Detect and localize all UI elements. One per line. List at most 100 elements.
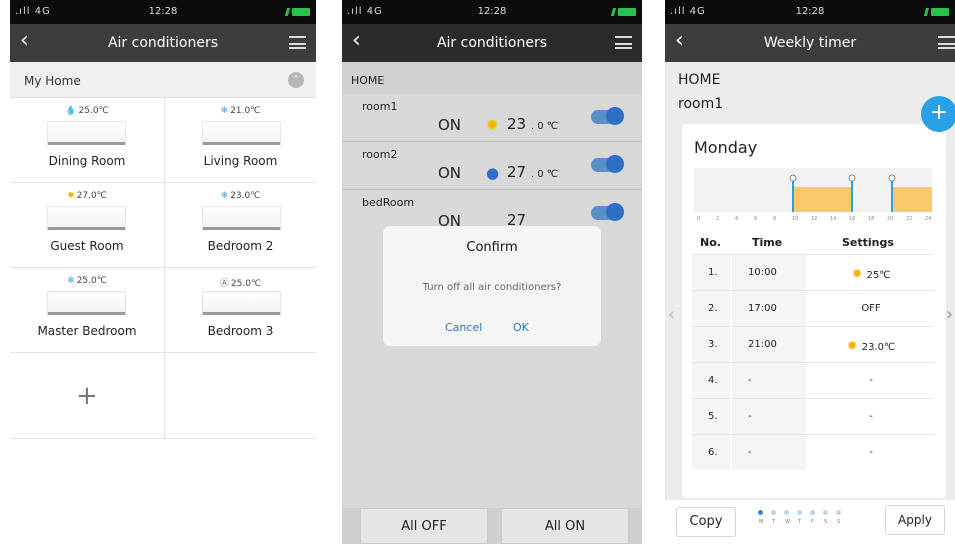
day-letter: T	[798, 519, 802, 525]
row-setting: OFF	[861, 303, 881, 314]
ac-unit-image	[47, 206, 126, 230]
row-setting: ✹ 25℃	[851, 267, 891, 282]
group-header[interactable]: My Home ⌃	[10, 62, 316, 98]
page-title: Air conditioners	[436, 35, 548, 51]
timeline-chart: 0 2 4 6 8 10 12 14 16 18 20 22 24	[694, 168, 932, 223]
next-day-icon[interactable]: ›	[946, 304, 953, 325]
room-tile-living[interactable]: ❄ 21.0℃ Living Room	[165, 98, 316, 183]
apply-button[interactable]: Apply	[885, 505, 945, 535]
table-row[interactable]: 5. - -	[692, 398, 934, 434]
droplet-icon: 💧	[65, 106, 77, 116]
day-dot[interactable]	[758, 510, 763, 515]
status-bar: .ıll 4G 12:28	[342, 0, 642, 24]
snowflake-icon: ❄	[220, 191, 229, 201]
hour-tick-label: 24	[925, 216, 931, 222]
room-grid: 💧 25.0℃ Dining Room ❄ 21.0℃ Living Room ✹ 2…	[10, 98, 316, 439]
room-tile-bedroom2[interactable]: ❄ 23.0℃ Bedroom 2	[165, 183, 316, 268]
menu-icon[interactable]	[938, 36, 955, 49]
on-period-2	[892, 187, 932, 212]
day-dot[interactable]	[836, 510, 841, 515]
bottom-bar: All OFF All ON	[342, 508, 642, 544]
hour-tick-label: 8	[773, 216, 776, 222]
hour-axis: 0 2 4 6 8 10 12 14 16 18 20 22 24	[697, 216, 931, 222]
hour-tick-label: 16	[849, 216, 855, 222]
battery-icon	[618, 8, 636, 16]
timer-card: Monday 0 2 4 6 8 10 12 14 16 18 20 22 24 No. Time Se…	[682, 124, 946, 498]
collapse-icon[interactable]: ⌃	[288, 72, 304, 88]
day-dot[interactable]	[797, 510, 802, 515]
day-letter: F	[811, 519, 814, 525]
status-bar: .ıll 4G 12:28	[665, 0, 955, 24]
row-no: 2.	[692, 291, 730, 326]
col-time: Time	[752, 236, 783, 249]
day-dot[interactable]	[771, 510, 776, 515]
row-no: 6.	[692, 435, 730, 470]
row-time: 10:00	[732, 255, 806, 290]
day-dot[interactable]	[823, 510, 828, 515]
power-toggle[interactable]	[591, 107, 624, 125]
menu-icon[interactable]	[615, 36, 632, 49]
row-no: 4.	[692, 363, 730, 398]
room-name: Living Room	[203, 154, 278, 168]
room-name: Guest Room	[50, 239, 124, 253]
status-time: 12:28	[148, 6, 178, 17]
day-dot[interactable]	[784, 510, 789, 515]
clock-icon	[789, 174, 797, 182]
snowflake-icon: ❄	[67, 276, 75, 286]
empty-tile	[165, 353, 316, 439]
phone-screen-ac-list: .ıll 4G 12:28 ‹ Air conditioners My Home…	[10, 0, 316, 544]
auto-icon: Ⓐ	[219, 279, 229, 289]
room-tile-guest[interactable]: ✹ 27.0℃ Guest Room	[10, 183, 165, 268]
hour-tick-label: 4	[735, 216, 738, 222]
room-row: room2 ON ● 27 . 0 ℃	[342, 142, 642, 190]
row-setting: ✹ 23.0℃	[846, 339, 896, 354]
nav-bar: ‹ Air conditioners	[10, 24, 316, 62]
room-name: bedRoom	[362, 196, 415, 209]
confirm-dialog: Confirm Turn off all air conditioners? C…	[383, 226, 601, 346]
copy-button[interactable]: Copy	[676, 507, 736, 537]
table-header: No. Time Settings	[692, 232, 934, 254]
all-off-button[interactable]: All OFF	[360, 508, 488, 544]
table-row[interactable]: 6. - -	[692, 434, 934, 470]
room-temp: 25.0℃	[76, 276, 107, 286]
ac-unit-image	[47, 121, 126, 145]
room-tile-dining[interactable]: 💧 25.0℃ Dining Room	[10, 98, 165, 183]
row-no: 1.	[692, 255, 730, 290]
hour-tick-label: 22	[906, 216, 912, 222]
row-no: 5.	[692, 399, 730, 434]
hour-tick-label: 12	[811, 216, 817, 222]
day-indicator[interactable]: MTWTFSS	[758, 510, 854, 532]
room-tile-master[interactable]: ❄ 25.0℃ Master Bedroom	[10, 268, 165, 353]
plus-icon: +	[76, 381, 98, 411]
row-setting: -	[869, 375, 873, 386]
status-bar: .ıll 4G 12:28	[10, 0, 316, 24]
table-row[interactable]: 2. 17:00 OFF	[692, 290, 934, 326]
row-time: 17:00	[732, 291, 806, 326]
battery-icon	[292, 8, 310, 16]
power-toggle[interactable]	[591, 155, 624, 173]
day-dot[interactable]	[810, 510, 815, 515]
page-title: Air conditioners	[107, 35, 219, 51]
bottom-bar: Copy M T W T F S S Apply	[665, 500, 955, 544]
table-row[interactable]: 4. - -	[692, 362, 934, 398]
table-row[interactable]: 3. 21:00 ✹ 23.0℃	[692, 326, 934, 362]
power-toggle[interactable]	[591, 203, 624, 221]
room-row: room1 ON ✹ 23 . 0 ℃	[342, 94, 642, 142]
room-tile-bedroom3[interactable]: Ⓐ 25.0℃ Bedroom 3	[165, 268, 316, 353]
ok-button[interactable]: OK	[513, 321, 529, 334]
menu-icon[interactable]	[289, 36, 306, 49]
add-device-tile[interactable]: +	[10, 353, 165, 439]
timer-table: No. Time Settings 1. 10:00 ✹ 25℃ 2. 17:00 OFF…	[692, 232, 934, 470]
all-on-button[interactable]: All ON	[501, 508, 629, 544]
page-title: Weekly timer	[763, 35, 857, 51]
add-timer-button[interactable]: +	[921, 96, 955, 132]
clock-icon	[848, 174, 856, 182]
table-row[interactable]: 1. 10:00 ✹ 25℃	[692, 254, 934, 290]
prev-day-icon[interactable]: ‹	[668, 304, 675, 325]
dialog-message: Turn off all air conditioners?	[422, 282, 562, 293]
room-name: Bedroom 3	[207, 324, 274, 338]
cancel-button[interactable]: Cancel	[445, 321, 482, 334]
hour-tick-label: 10	[792, 216, 798, 222]
day-title: Monday	[694, 138, 758, 157]
sun-icon: ✹	[851, 267, 863, 282]
